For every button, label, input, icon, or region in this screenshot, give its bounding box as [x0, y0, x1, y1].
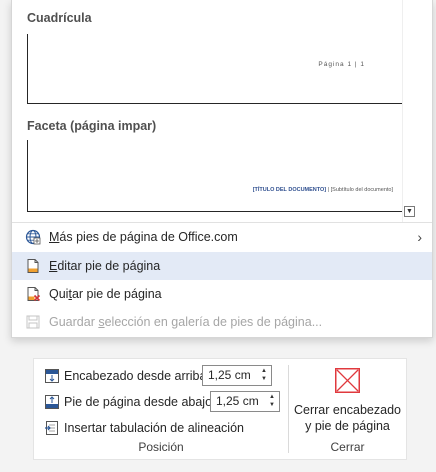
remove-footer-icon	[27, 287, 41, 302]
close-label-line2: y pie de página	[305, 419, 390, 433]
spin-up-icon[interactable]: ▲	[259, 367, 269, 375]
close-group-label: Cerrar	[330, 440, 365, 454]
menu-item-label: Guardar selección en galería de pies de …	[49, 315, 323, 329]
spinner-arrows[interactable]: ▲ ▼	[259, 367, 269, 384]
footer-preview-cuadricula[interactable]: Página 1 | 1	[27, 34, 404, 104]
gallery-section-header: Cuadrícula	[27, 11, 92, 25]
gallery-scrollbar[interactable]: ▼	[402, 0, 418, 222]
insert-alignment-tab-icon	[45, 421, 58, 435]
preview-doc-title: [TÍTULO DEL DOCUMENTO]	[252, 187, 327, 193]
footer-from-bottom-value[interactable]: 1,25 cm	[216, 392, 259, 411]
save-selection-gallery-item[interactable]: Guardar selección en galería de pies de …	[12, 308, 432, 336]
gallery-section-header: Faceta (página impar)	[27, 119, 157, 133]
header-from-top-value[interactable]: 1,25 cm	[208, 366, 251, 385]
footer-preview-faceta[interactable]: [TÍTULO DEL DOCUMENTO] | [Subtítulo del …	[27, 140, 404, 212]
scroll-down-arrow-icon[interactable]: ▼	[404, 206, 415, 217]
menu-item-label: Editar pie de página	[49, 259, 161, 273]
globe-icon	[25, 229, 41, 245]
close-label-line1: Cerrar encabezado	[293, 403, 401, 417]
preview-page-number: Página 1 | 1	[318, 61, 365, 68]
remove-footer-item[interactable]: Quitar pie de página	[12, 280, 432, 308]
edit-footer-item[interactable]: Editar pie de página	[12, 252, 432, 280]
preview-title-line: [TÍTULO DEL DOCUMENTO] | [Subtítulo del …	[253, 187, 393, 193]
chevron-right-icon: ›	[417, 229, 422, 245]
footer-from-bottom-icon	[45, 395, 59, 409]
spinner-arrows[interactable]: ▲ ▼	[267, 393, 277, 410]
edit-footer-icon	[27, 259, 39, 273]
spin-down-icon[interactable]: ▼	[259, 375, 269, 383]
more-footers-office-item[interactable]: Más pies de página de Office.com ›	[12, 223, 432, 251]
save-selection-icon	[26, 315, 40, 329]
close-header-footer-button[interactable]: Cerrar encabezado y pie de página	[289, 359, 406, 437]
menu-item-label: Más pies de página de Office.com	[49, 230, 238, 244]
close-group: Cerrar encabezado y pie de página Cerrar	[289, 359, 406, 459]
spin-down-icon[interactable]: ▼	[267, 401, 277, 409]
position-group: Encabezado desde arriba: 1,25 cm ▲ ▼ Pie…	[34, 359, 288, 459]
close-icon	[335, 368, 360, 393]
footer-from-bottom-spinner[interactable]: 1,25 cm ▲ ▼	[210, 391, 280, 412]
header-from-top-label: Encabezado desde arriba:	[64, 369, 210, 383]
footer-gallery: Cuadrícula Página 1 | 1 Faceta (página i…	[12, 0, 418, 222]
header-from-top-icon	[45, 369, 59, 383]
spin-up-icon[interactable]: ▲	[267, 393, 277, 401]
menu-item-label: Quitar pie de página	[49, 287, 162, 301]
footer-from-bottom-label: Pie de página desde abajo:	[64, 395, 216, 409]
header-from-top-spinner[interactable]: 1,25 cm ▲ ▼	[202, 365, 272, 386]
footer-gallery-dropdown: Cuadrícula Página 1 | 1 Faceta (página i…	[11, 0, 433, 338]
position-group-label: Posición	[138, 440, 184, 454]
insert-alignment-tab-label: Insertar tabulación de alineación	[64, 421, 244, 435]
header-footer-ribbon: Encabezado desde arriba: 1,25 cm ▲ ▼ Pie…	[33, 358, 407, 460]
close-button-label: Cerrar encabezado y pie de página	[289, 402, 406, 434]
preview-doc-subtitle: | [Subtítulo del documento]	[326, 187, 393, 193]
